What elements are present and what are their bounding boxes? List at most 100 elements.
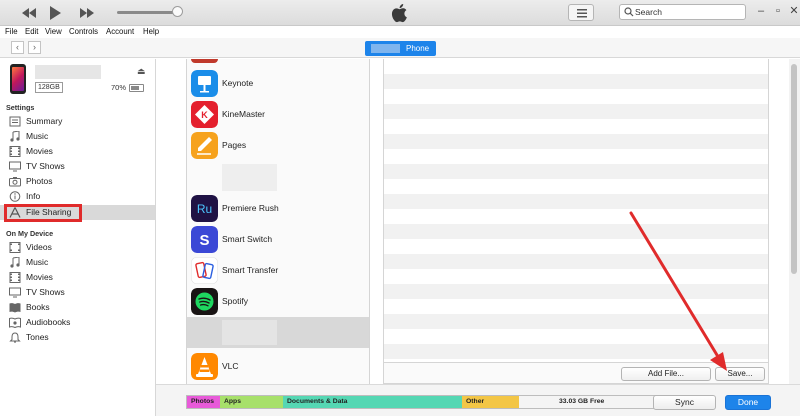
add-file-button[interactable]: Add File... [621, 367, 711, 381]
chevron-right-icon: › [33, 42, 36, 52]
app-label: Keynote [222, 78, 254, 88]
fast-forward-button[interactable] [78, 4, 96, 22]
menu-view[interactable]: View [45, 27, 62, 36]
app-label: VLC [222, 361, 239, 371]
sidebar-item-label: Info [26, 191, 41, 201]
app-label: Premiere Rush [222, 203, 279, 213]
app-label: Spotify [222, 296, 248, 306]
storage-segment-documents: Documents & Data [283, 396, 462, 408]
menu-file[interactable]: File [5, 27, 18, 36]
app-row-kinemaster[interactable]: K KineMaster [187, 99, 369, 130]
sidebar-item-label: Movies [26, 146, 53, 156]
settings-heading: Settings [6, 103, 35, 112]
sidebar-item-summary[interactable]: Summary [0, 114, 155, 129]
minimize-button[interactable]: – [753, 2, 769, 20]
eject-icon[interactable]: ⏏ [137, 66, 146, 77]
smart-switch-icon: S [191, 226, 218, 253]
iphone-icon [10, 64, 26, 94]
capacity-badge: 128GB [35, 82, 63, 93]
search-placeholder: Search [635, 7, 662, 17]
forward-button[interactable]: › [28, 41, 41, 54]
scrollbar[interactable] [789, 59, 800, 384]
sidebar-item-device-tv-shows[interactable]: TV Shows [0, 285, 155, 300]
sidebar-item-label: Photos [26, 176, 53, 186]
device-pill-label: Phone [406, 44, 430, 53]
play-button[interactable] [46, 4, 64, 22]
pages-icon [191, 132, 218, 159]
menu-edit[interactable]: Edit [25, 27, 38, 36]
menu-controls[interactable]: Controls [69, 27, 98, 36]
menu-help[interactable]: Help [143, 27, 159, 36]
scrollbar-thumb[interactable] [791, 64, 797, 274]
app-label: Smart Transfer [222, 265, 279, 275]
menu-account[interactable]: Account [106, 27, 134, 36]
sync-button[interactable]: Sync [653, 395, 716, 410]
play-icon [50, 6, 61, 20]
sidebar-item-videos[interactable]: Videos [0, 240, 155, 255]
sidebar-item-label: Videos [26, 242, 52, 252]
title-bar: Search – ▫ ✕ [0, 0, 800, 26]
tv-icon [9, 161, 21, 172]
sidebar-item-audiobooks[interactable]: Audiobooks [0, 315, 155, 330]
bell-icon [9, 332, 21, 343]
storage-free-space: 33.03 GB Free [519, 396, 675, 408]
app-row-pages[interactable]: Pages [187, 130, 369, 161]
sidebar-item-movies[interactable]: Movies [0, 144, 155, 159]
back-button[interactable]: ‹ [11, 41, 24, 54]
sidebar-item-books[interactable]: Books [0, 300, 155, 315]
tv-icon [9, 287, 21, 298]
music-icon [10, 257, 20, 268]
annotation-highlight-box [4, 204, 82, 222]
sidebar-item-music[interactable]: Music [0, 129, 155, 144]
bottom-bar: Photos Apps Documents & Data Other 33.03… [156, 384, 800, 416]
device-button[interactable]: Phone [365, 41, 436, 56]
app-row-spotify[interactable]: Spotify [187, 286, 369, 317]
sidebar-item-label: Audiobooks [26, 317, 71, 327]
navigation-bar: ‹ › Phone [0, 38, 800, 58]
search-icon [624, 7, 634, 17]
redacted-app-row [222, 320, 277, 345]
device-name-redacted [35, 65, 101, 79]
app-row-premiere-rush[interactable]: Ru Premiere Rush [187, 193, 369, 224]
app-row-smart-switch[interactable]: S Smart Switch [187, 224, 369, 255]
search-input[interactable]: Search [619, 4, 746, 20]
sidebar-item-label: TV Shows [26, 161, 65, 171]
redacted-app-row [222, 164, 277, 191]
summary-icon [9, 116, 21, 127]
keynote-icon [191, 70, 218, 97]
sidebar-item-device-music[interactable]: Music [0, 255, 155, 270]
app-row-selected-redacted[interactable] [187, 317, 369, 348]
documents-footer: Add File... Save... [383, 362, 769, 384]
save-button[interactable]: Save... [715, 367, 765, 381]
premiere-rush-icon: Ru [191, 195, 218, 222]
sidebar-item-tones[interactable]: Tones [0, 330, 155, 345]
sidebar-item-info[interactable]: Info [0, 189, 155, 204]
volume-knob[interactable] [172, 6, 183, 17]
sidebar-item-photos[interactable]: Photos [0, 174, 155, 189]
storage-usage-bar: Photos Apps Documents & Data Other 33.03… [186, 395, 676, 409]
app-row-smart-transfer[interactable]: Smart Transfer [187, 255, 369, 286]
done-button[interactable]: Done [725, 395, 771, 410]
sidebar-item-device-movies[interactable]: Movies [0, 270, 155, 285]
rewind-button[interactable] [20, 4, 38, 22]
up-next-button[interactable] [568, 4, 594, 21]
movies-icon [9, 146, 21, 157]
app-row-keynote[interactable]: Keynote [187, 68, 369, 99]
maximize-button[interactable]: ▫ [770, 2, 786, 20]
volume-slider[interactable] [117, 11, 177, 14]
fast-forward-icon [80, 8, 94, 18]
sidebar-item-label: Tones [26, 332, 49, 342]
book-icon [9, 303, 21, 313]
close-button[interactable]: ✕ [786, 2, 800, 20]
app-row-vlc[interactable]: VLC [187, 351, 369, 382]
app-label: Smart Switch [222, 234, 273, 244]
sidebar-item-tv-shows[interactable]: TV Shows [0, 159, 155, 174]
device-name-redacted [371, 44, 400, 53]
battery-icon [129, 84, 144, 92]
sidebar-item-label: Music [26, 257, 49, 267]
documents-file-list[interactable] [383, 59, 769, 362]
storage-segment-photos: Photos [187, 396, 220, 408]
app-icon-partial [191, 59, 218, 63]
storage-segment-other: Other [462, 396, 519, 408]
file-sharing-app-list[interactable]: Keynote K KineMaster Pages Ru Premiere R… [186, 59, 370, 384]
